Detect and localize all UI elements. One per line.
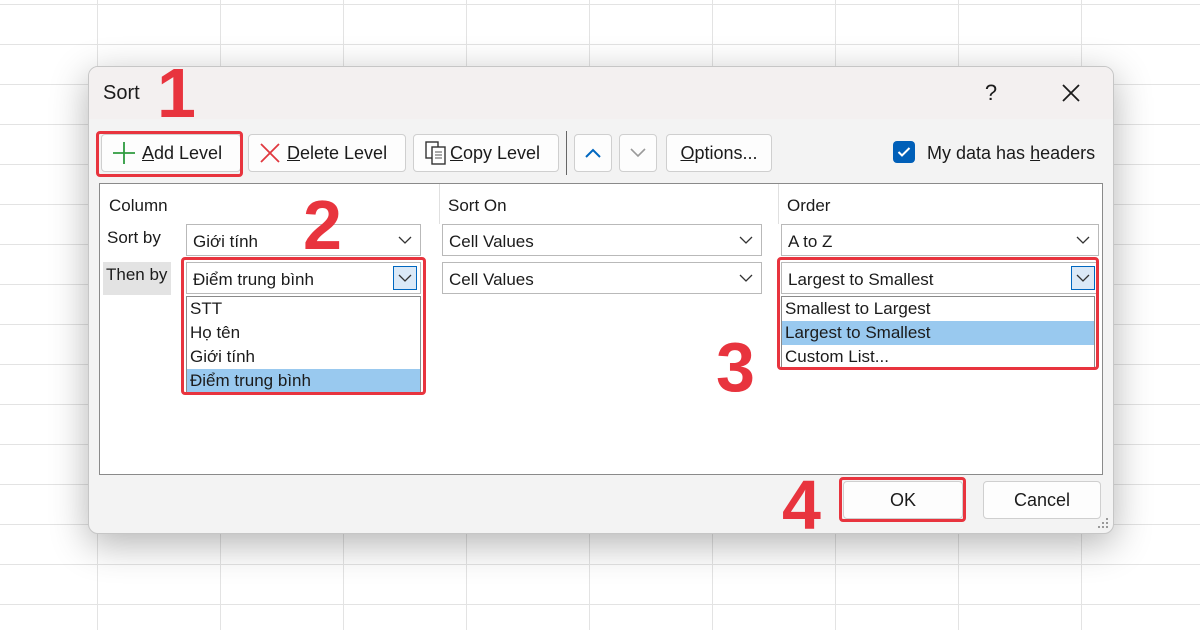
add-level-label: dd Level [154, 142, 223, 163]
step-number-2: 2 [303, 186, 342, 264]
order-option[interactable]: Smallest to Largest [782, 297, 1094, 321]
cancel-button[interactable]: Cancel [983, 481, 1101, 519]
copy-level-label: opy Level [463, 142, 541, 163]
delete-level-button[interactable]: Delete Level [248, 134, 406, 172]
move-down-button[interactable] [619, 134, 657, 172]
then-by-order-select[interactable]: Largest to Smallest [781, 262, 1099, 294]
ok-button[interactable]: OK [843, 481, 963, 519]
copy-icon [424, 140, 448, 166]
checkmark-icon [897, 147, 911, 157]
combo-value: Largest to Smallest [788, 270, 934, 289]
column-divider [439, 184, 440, 224]
close-button[interactable] [1041, 67, 1101, 119]
add-level-mnemonic: A [142, 142, 155, 163]
dialog-title: Sort [103, 82, 140, 104]
combo-value: A to Z [788, 232, 833, 251]
plus-icon [112, 141, 136, 165]
combo-value: Cell Values [449, 232, 534, 251]
order-option[interactable]: Custom List... [782, 345, 1094, 369]
column-option[interactable]: Giới tính [187, 345, 420, 369]
toolbar-separator [566, 131, 567, 175]
delete-level-mnemonic: D [287, 142, 300, 163]
headers-checkbox-label[interactable]: My data has headers [927, 143, 1095, 164]
column-option[interactable]: Họ tên [187, 321, 420, 345]
close-icon [1062, 84, 1080, 102]
order-dropdown-list: Smallest to Largest Largest to Smallest … [781, 296, 1095, 370]
chevron-down-icon[interactable] [734, 266, 758, 290]
header-sort-on: Sort On [448, 196, 507, 215]
column-dropdown-list: STT Họ tên Giới tính Điểm trung bình [186, 296, 421, 394]
copy-level-button[interactable]: Copy Level [413, 134, 559, 172]
header-order: Order [787, 196, 831, 215]
column-option[interactable]: STT [187, 297, 420, 321]
chevron-down-icon[interactable] [734, 228, 758, 252]
combo-value: Cell Values [449, 270, 534, 289]
delete-x-icon [259, 142, 281, 164]
sort-dialog: Sort ? Add Level Delete Level Copy Level… [88, 66, 1114, 534]
options-mnemonic: O [680, 142, 695, 163]
chevron-down-icon[interactable] [1071, 228, 1095, 252]
then-by-column-select[interactable]: Điểm trung bình [186, 262, 421, 294]
chevron-down-icon[interactable] [393, 228, 417, 252]
chevron-down-icon[interactable] [1071, 266, 1095, 290]
combo-value: Giới tính [193, 232, 259, 251]
header-column: Column [109, 196, 168, 215]
combo-value: Điểm trung bình [193, 270, 314, 289]
column-divider [778, 184, 779, 224]
row-label-sort-by: Sort by [107, 228, 161, 247]
chevron-down-icon[interactable] [393, 266, 417, 290]
help-button[interactable]: ? [961, 67, 1021, 119]
add-level-button[interactable]: Add Level [101, 134, 241, 172]
resize-grip-icon[interactable] [1095, 515, 1109, 529]
delete-level-label: elete Level [300, 142, 388, 163]
title-bar: Sort ? [89, 67, 1113, 119]
chevron-down-icon [630, 148, 646, 158]
cancel-label: Cancel [1013, 489, 1071, 510]
then-by-sort-on-select[interactable]: Cell Values [442, 262, 762, 294]
step-number-1: 1 [157, 54, 196, 132]
step-number-3: 3 [716, 328, 755, 406]
sort-levels-grid: Column Sort On Order Sort by Giới tính C… [99, 183, 1103, 475]
options-label: ptions... [694, 142, 758, 163]
sort-by-sort-on-select[interactable]: Cell Values [442, 224, 762, 256]
step-number-4: 4 [782, 466, 821, 544]
move-up-button[interactable] [574, 134, 612, 172]
row-label-then-by: Then by [103, 262, 172, 295]
order-option-selected[interactable]: Largest to Smallest [782, 321, 1094, 345]
copy-level-mnemonic: C [450, 142, 463, 163]
headers-checkbox[interactable] [893, 141, 915, 163]
options-button[interactable]: Options... [666, 134, 772, 172]
column-option-selected[interactable]: Điểm trung bình [187, 369, 420, 393]
ok-label: OK [889, 489, 916, 510]
chevron-up-icon [585, 148, 601, 158]
sort-by-order-select[interactable]: A to Z [781, 224, 1099, 256]
